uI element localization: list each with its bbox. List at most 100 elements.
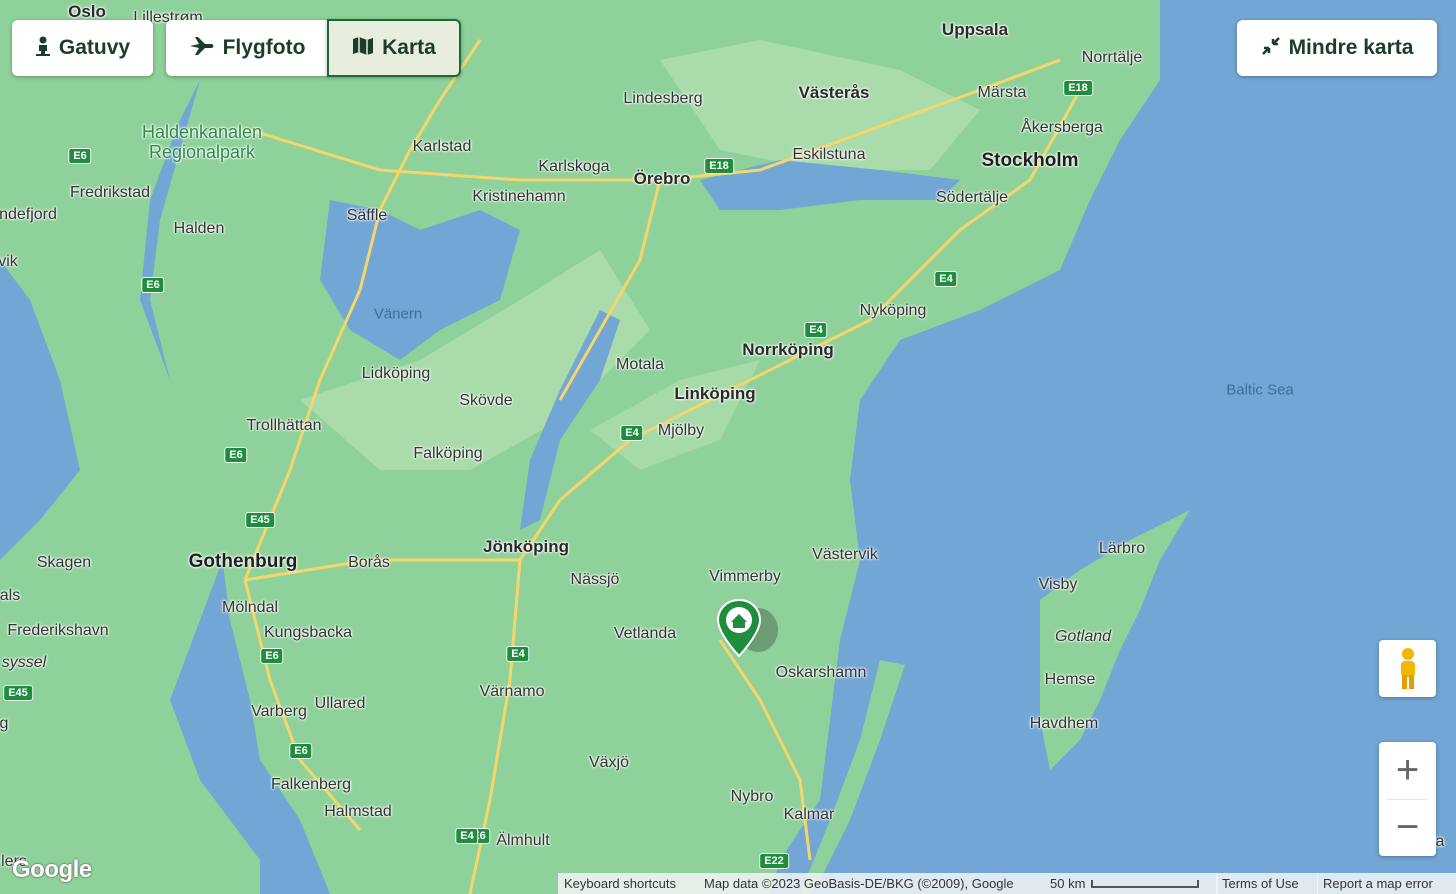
city-label: Karlskoga xyxy=(538,158,610,175)
road-shield: E22 xyxy=(759,853,789,869)
city-label: Vetlanda xyxy=(613,625,677,642)
airplane-icon xyxy=(189,36,215,61)
road-shield: E45 xyxy=(245,512,275,528)
city-label: Oslo xyxy=(68,2,106,21)
report-error-link[interactable]: Report a map error xyxy=(1317,873,1456,894)
pegman-icon xyxy=(1400,647,1415,689)
city-label: Motala xyxy=(615,356,665,373)
city-label: Skövde xyxy=(459,392,513,409)
island-label: Gotland xyxy=(1054,628,1112,645)
city-label: Västervik xyxy=(812,546,878,563)
road-shield: E4 xyxy=(934,271,958,287)
map-type-label: Karta xyxy=(382,36,436,59)
water-label: Baltic Sea xyxy=(1226,381,1294,399)
person-icon xyxy=(35,36,51,61)
aerial-button[interactable]: Flygfoto xyxy=(166,20,328,76)
scale-label: 50 km xyxy=(1050,876,1086,891)
map-type-button[interactable]: Karta xyxy=(327,19,461,77)
city-label: Skagen xyxy=(36,554,92,571)
city-label: Halden xyxy=(173,220,225,237)
city-label: Stockholm xyxy=(981,150,1079,171)
city-label: Fredrikstad xyxy=(69,184,151,201)
city-label: Nässjö xyxy=(570,571,620,588)
city-label: Karlstad xyxy=(412,138,472,155)
scale-bar[interactable]: 50 km xyxy=(1044,873,1218,894)
map-canvas[interactable]: Oslo Lillestrøm Uppsala Norrtälje Lindesberg… xyxy=(0,0,1456,894)
city-label: Jönköping xyxy=(483,537,569,556)
google-logo: Google xyxy=(12,856,92,883)
water-label: Vänern xyxy=(373,305,423,323)
city-label: Älmhult xyxy=(496,832,550,849)
road-shield: E6 xyxy=(260,648,284,664)
park-label-text: Haldenkanalen Regionalpark xyxy=(141,122,263,162)
city-label: vik xyxy=(0,253,18,270)
zoom-in-button[interactable]: + xyxy=(1379,742,1436,799)
map-icon xyxy=(352,36,374,61)
city-label: Nybro xyxy=(730,788,774,805)
city-label: Frederikshavn xyxy=(7,622,109,639)
city-label: Kalmar xyxy=(783,806,835,823)
city-label: Trollhättan xyxy=(246,417,322,434)
city-label: Eskilstuna xyxy=(792,146,866,163)
city-label: Örebro xyxy=(633,169,691,188)
city-label: Kristinehamn xyxy=(472,188,566,205)
road-shield: E6 xyxy=(68,148,92,164)
smaller-map-label: Mindre karta xyxy=(1288,36,1414,59)
road-shield: E6 xyxy=(141,277,165,293)
city-label: Hemse xyxy=(1044,671,1096,688)
zoom-divider xyxy=(1387,799,1428,800)
city-label: Säffle xyxy=(346,207,388,224)
aerial-label: Flygfoto xyxy=(222,36,306,59)
road-shield: E18 xyxy=(704,158,734,174)
city-label: Falköping xyxy=(413,445,483,462)
city-label: Lidköping xyxy=(361,365,431,382)
zoom-control: + − xyxy=(1379,742,1436,856)
city-label: Nyköping xyxy=(859,302,927,319)
city-label: Norrtälje xyxy=(1081,49,1143,66)
city-label: Linköping xyxy=(674,384,756,403)
park-label: Haldenkanalen Regionalpark xyxy=(142,122,262,162)
zoom-out-button[interactable]: − xyxy=(1379,799,1436,856)
road-shield: E18 xyxy=(1063,80,1093,96)
city-label: Lindesberg xyxy=(623,90,703,107)
city-label: Ullared xyxy=(314,695,366,712)
city-label: Falkenberg xyxy=(270,776,352,793)
scale-line xyxy=(1091,879,1200,888)
road-shield: E4 xyxy=(620,425,644,441)
city-label: Halmstad xyxy=(324,803,392,820)
city-label: g xyxy=(0,715,9,732)
map-data-attribution: Map data ©2023 GeoBasis-DE/BKG (©2009), … xyxy=(698,873,1044,894)
street-view-label: Gatuvy xyxy=(58,36,131,59)
city-label: Vimmerby xyxy=(709,568,781,585)
city-label: Norrköping xyxy=(742,340,834,359)
road-shield: E4 xyxy=(455,828,479,844)
road-shield: E6 xyxy=(224,447,248,463)
city-label: Borås xyxy=(348,554,390,571)
city-label: Uppsala xyxy=(941,20,1009,39)
street-view-button[interactable]: Gatuvy xyxy=(12,20,153,76)
city-label: Lärbro xyxy=(1098,540,1146,557)
pegman-button[interactable] xyxy=(1379,640,1436,697)
keyboard-shortcuts-link[interactable]: Keyboard shortcuts xyxy=(558,873,698,894)
road-shield: E6 xyxy=(289,743,313,759)
city-label: Södertälje xyxy=(935,189,1009,206)
city-label: Åkersberga xyxy=(1021,119,1103,136)
home-marker-icon[interactable] xyxy=(714,598,784,660)
city-label: Havdhem xyxy=(1029,715,1099,732)
city-label: a xyxy=(1435,833,1445,850)
city-label: Kungsbacka xyxy=(263,624,353,641)
city-label: ndefjord xyxy=(0,206,57,223)
city-label: Gothenburg xyxy=(188,551,298,572)
city-label: als xyxy=(0,587,21,604)
city-label: Oskarshamn xyxy=(775,664,867,681)
smaller-map-button[interactable]: Mindre karta xyxy=(1237,20,1437,76)
road-shield: E4 xyxy=(804,322,828,338)
city-label: Värnamo xyxy=(479,683,545,700)
road-shield: E4 xyxy=(506,646,530,662)
city-label: syssel xyxy=(1,654,47,671)
city-label: Mjölby xyxy=(657,422,705,439)
collapse-icon xyxy=(1261,36,1281,61)
terms-link[interactable]: Terms of Use xyxy=(1216,873,1318,894)
city-label: Växjö xyxy=(588,754,630,771)
road-shield: E45 xyxy=(3,685,33,701)
